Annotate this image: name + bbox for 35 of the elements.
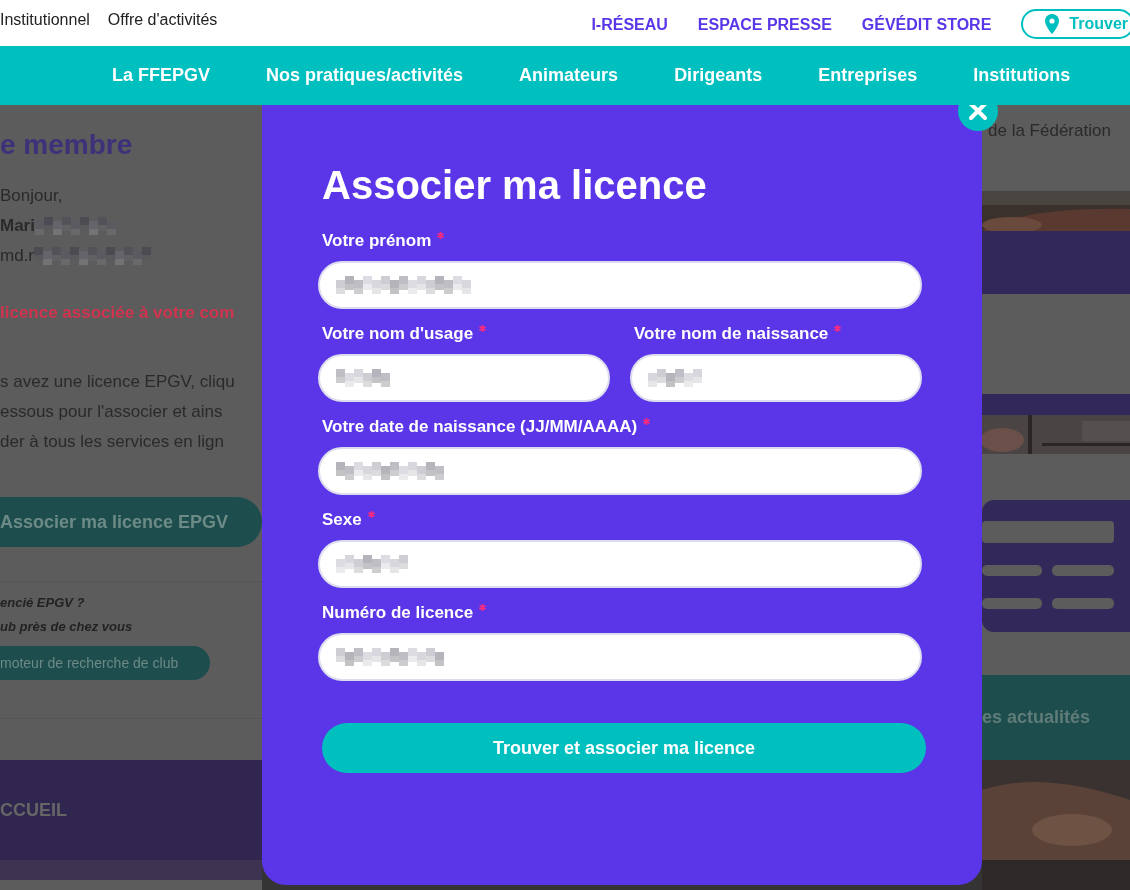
- nav-item[interactable]: La FFEPGV: [112, 65, 210, 86]
- input-field[interactable]: [318, 540, 922, 588]
- top-link[interactable]: Offre d'activités: [107, 11, 218, 35]
- field-label: Votre prénom: [322, 231, 432, 251]
- dialog-title: Associer ma licence: [322, 163, 708, 208]
- input-field[interactable]: [318, 447, 922, 495]
- input-field[interactable]: [318, 261, 922, 309]
- close-icon: [969, 102, 987, 120]
- footer-label: CCUEIL: [0, 799, 67, 821]
- find-button[interactable]: Trouver: [1021, 9, 1130, 39]
- utility-link[interactable]: I-RÉSEAU: [591, 12, 668, 34]
- utility-link[interactable]: GÉVÉDIT STORE: [861, 12, 992, 34]
- nav-item[interactable]: Animateurs: [519, 65, 619, 86]
- associate-license-button[interactable]: Associer ma licence EPGV: [0, 497, 262, 547]
- nav-item[interactable]: Entreprises: [818, 65, 918, 86]
- input-field[interactable]: [318, 354, 610, 402]
- top-link[interactable]: Institutionnel: [0, 11, 90, 35]
- club-prompt-text: encié EPGV ?: [0, 593, 86, 612]
- field-label: Numéro de licence: [322, 603, 474, 623]
- notice-text: licence associée à votre com: [0, 303, 236, 323]
- field-label: Votre date de naissance (JJ/MM/AAAA): [322, 417, 638, 437]
- field-label: Sexe: [322, 510, 362, 530]
- input-field[interactable]: [318, 633, 922, 681]
- news-banner[interactable]: es actualités: [982, 675, 1130, 760]
- input-field[interactable]: [630, 354, 922, 402]
- field-label: Votre nom d'usage: [322, 324, 474, 344]
- location-pin-icon: [1045, 14, 1060, 34]
- nav-item[interactable]: Dirigeants: [674, 65, 763, 86]
- club-search-button[interactable]: moteur de recherche de club: [0, 646, 210, 680]
- field-label: Votre nom de naissance: [634, 324, 829, 344]
- submit-button[interactable]: Trouver et associer ma licence: [322, 723, 926, 773]
- nav-item[interactable]: Nos pratiques/activités: [266, 65, 464, 86]
- utility-link[interactable]: ESPACE PRESSE: [697, 12, 832, 34]
- nav-item[interactable]: Institutions: [973, 65, 1071, 86]
- club-prompt-text: ub près de chez vous: [0, 617, 134, 636]
